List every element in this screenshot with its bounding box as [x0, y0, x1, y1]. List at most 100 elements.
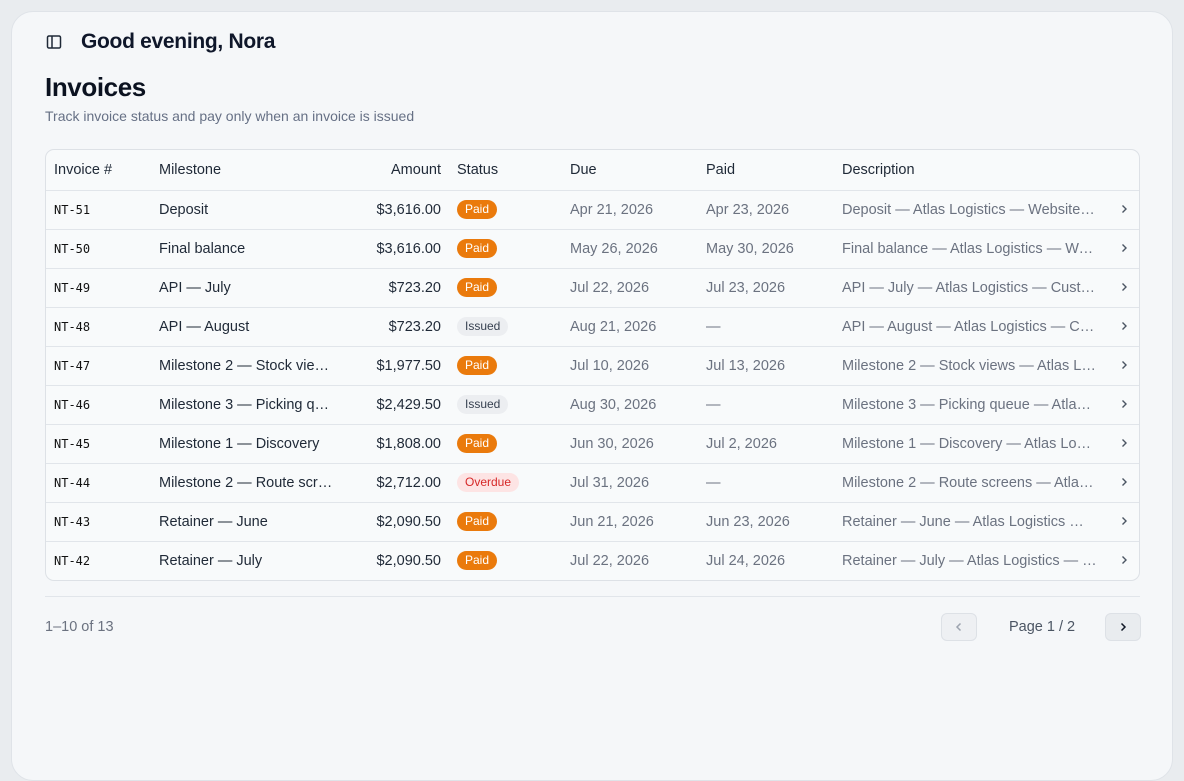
milestone-cell: Retainer — June — [151, 502, 341, 542]
chevron-right-icon — [1121, 477, 1127, 486]
row-open-button[interactable] — [1106, 463, 1139, 503]
row-open-button[interactable] — [1106, 502, 1139, 542]
due-date-cell: Jul 10, 2026 — [562, 346, 698, 386]
chevron-right-icon — [1121, 516, 1127, 525]
status-badge: Paid — [457, 434, 498, 453]
paid-date-cell: Jul 2, 2026 — [698, 424, 834, 464]
due-date-cell: Jul 31, 2026 — [562, 463, 698, 503]
status-badge: Paid — [457, 278, 498, 297]
row-open-button[interactable] — [1106, 424, 1139, 464]
chevron-right-icon — [1121, 360, 1127, 369]
table-row[interactable]: NT-48 API — August $723.20 Issued Aug 21… — [46, 307, 1139, 347]
amount-cell: $2,712.00 — [341, 463, 449, 503]
table-row[interactable]: NT-47 Milestone 2 — Stock vie… $1,977.50… — [46, 346, 1139, 386]
column-header-description[interactable]: Description — [834, 150, 1106, 191]
row-open-button[interactable] — [1106, 229, 1139, 269]
invoice-number: NT-49 — [46, 268, 151, 308]
chevron-right-icon — [1121, 399, 1127, 408]
status-cell: Paid — [449, 502, 562, 542]
due-date-cell: Apr 21, 2026 — [562, 190, 698, 230]
invoice-number: NT-50 — [46, 229, 151, 269]
column-header-actions — [1106, 150, 1139, 191]
paid-date-cell: — — [698, 463, 834, 503]
row-open-button[interactable] — [1106, 346, 1139, 386]
milestone-cell: Milestone 3 — Picking q… — [151, 385, 341, 425]
table-row[interactable]: NT-45 Milestone 1 — Discovery $1,808.00 … — [46, 424, 1139, 464]
chevron-right-icon — [1121, 321, 1127, 330]
table-row[interactable]: NT-51 Deposit $3,616.00 Paid Apr 21, 202… — [46, 190, 1139, 230]
page-title: Invoices — [45, 72, 146, 102]
table-row[interactable]: NT-43 Retainer — June $2,090.50 Paid Jun… — [46, 502, 1139, 542]
column-header-due[interactable]: Due — [562, 150, 698, 191]
description-cell: Milestone 1 — Discovery — Atlas Logi… — [834, 424, 1106, 464]
milestone-cell: Milestone 2 — Route scr… — [151, 463, 341, 503]
status-cell: Paid — [449, 424, 562, 464]
next-page-button[interactable] — [1105, 613, 1141, 641]
invoice-number: NT-47 — [46, 346, 151, 386]
status-cell: Paid — [449, 229, 562, 269]
amount-cell: $723.20 — [341, 268, 449, 308]
paid-date-cell: May 30, 2026 — [698, 229, 834, 269]
previous-page-button[interactable] — [941, 613, 977, 641]
amount-cell: $1,977.50 — [341, 346, 449, 386]
description-cell: Deposit — Atlas Logistics — Website… — [834, 190, 1106, 230]
invoice-number: NT-44 — [46, 463, 151, 503]
amount-cell: $723.20 — [341, 307, 449, 347]
paid-date-cell: — — [698, 307, 834, 347]
milestone-cell: Deposit — [151, 190, 341, 230]
description-cell: Retainer — July — Atlas Logistics — B… — [842, 552, 1106, 569]
status-badge: Paid — [457, 512, 498, 531]
main-panel: Good evening, Nora Invoices Track invoic… — [11, 11, 1173, 781]
row-open-button[interactable] — [1106, 268, 1139, 308]
page-subtitle: Track invoice status and pay only when a… — [45, 108, 415, 124]
chevron-right-icon — [1120, 622, 1127, 632]
row-open-button[interactable] — [1106, 190, 1139, 230]
row-open-button[interactable] — [1106, 541, 1139, 580]
sidebar-panel-icon[interactable] — [45, 33, 63, 51]
milestone-cell: API — August — [151, 307, 341, 347]
amount-cell: $2,090.50 — [376, 552, 441, 569]
status-badge: Overdue — [457, 473, 520, 492]
table-row[interactable]: NT-50 Final balance $3,616.00 Paid May 2… — [46, 229, 1139, 269]
status-badge: Paid — [457, 551, 498, 571]
table-row[interactable]: NT-49 API — July $723.20 Paid Jul 22, 20… — [46, 268, 1139, 308]
status-badge: Paid — [457, 200, 498, 219]
top-bar: Good evening, Nora — [45, 30, 275, 54]
row-open-button[interactable] — [1106, 385, 1139, 425]
milestone-cell: Final balance — [151, 229, 341, 269]
amount-cell: $3,616.00 — [341, 229, 449, 269]
status-cell: Paid — [449, 346, 562, 386]
paid-date-cell: — — [698, 385, 834, 425]
amount-cell: $1,808.00 — [341, 424, 449, 464]
due-date-cell: Jul 22, 2026 — [570, 552, 650, 569]
table-row[interactable]: NT-46 Milestone 3 — Picking q… $2,429.50… — [46, 385, 1139, 425]
column-header-amount[interactable]: Amount — [341, 150, 449, 191]
table-row[interactable]: NT-44 Milestone 2 — Route scr… $2,712.00… — [46, 463, 1139, 503]
column-header-paid[interactable]: Paid — [698, 150, 834, 191]
status-cell: Overdue — [449, 463, 562, 503]
due-date-cell: Aug 21, 2026 — [562, 307, 698, 347]
due-date-cell: Jul 22, 2026 — [562, 268, 698, 308]
table-row[interactable]: NT-42 Retainer — July $2,090.50 Paid Jul… — [46, 541, 1139, 580]
amount-cell: $3,616.00 — [341, 190, 449, 230]
paid-date-cell: Jul 24, 2026 — [706, 552, 786, 569]
invoice-number: NT-51 — [46, 190, 151, 230]
amount-cell: $2,090.50 — [341, 502, 449, 542]
column-header-status[interactable]: Status — [449, 150, 562, 191]
paid-date-cell: Apr 23, 2026 — [698, 190, 834, 230]
invoice-number: NT-42 — [54, 553, 91, 568]
row-open-button[interactable] — [1106, 307, 1139, 347]
milestone-cell: Milestone 1 — Discovery — [151, 424, 341, 464]
due-date-cell: May 26, 2026 — [562, 229, 698, 269]
pagination-range: 1–10 of 13 — [45, 619, 114, 635]
chevron-right-icon — [1121, 243, 1127, 252]
column-header-invoice[interactable]: Invoice # — [46, 150, 151, 191]
description-cell: Milestone 2 — Route screens — Atlas … — [834, 463, 1106, 503]
due-date-cell: Jun 21, 2026 — [562, 502, 698, 542]
paid-date-cell: Jun 23, 2026 — [698, 502, 834, 542]
status-cell: Issued — [449, 307, 562, 347]
amount-cell: $2,429.50 — [341, 385, 449, 425]
column-header-milestone[interactable]: Milestone — [151, 150, 341, 191]
table-header-row: Invoice # Milestone Amount Status Due Pa… — [46, 150, 1139, 191]
invoice-number: NT-43 — [46, 502, 151, 542]
